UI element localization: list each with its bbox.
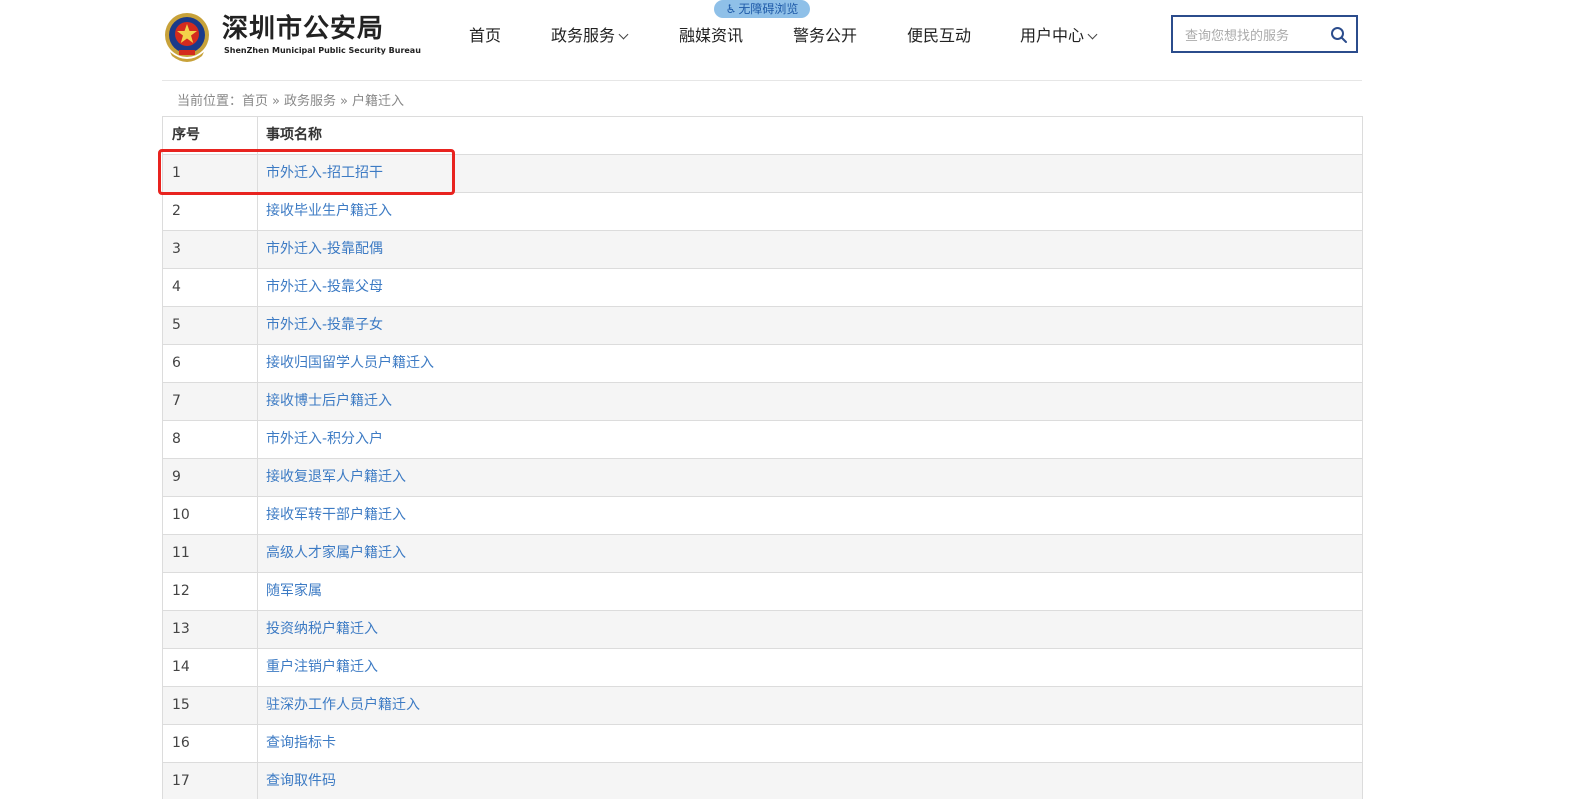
row-number: 6	[163, 345, 258, 382]
table-row: 16 查询指标卡	[163, 725, 1362, 763]
nav-gov-services-label: 政务服务	[551, 26, 616, 45]
table-header-row: 序号 事项名称	[163, 117, 1362, 155]
accessibility-label: 无障碍浏览	[738, 2, 799, 16]
breadcrumb-separator: »	[272, 94, 280, 109]
row-number: 1	[163, 155, 258, 192]
item-link[interactable]: 接收博士后户籍迁入	[258, 383, 1362, 420]
item-link[interactable]: 市外迁入-投靠子女	[258, 307, 1362, 344]
table-row: 11 高级人才家属户籍迁入	[163, 535, 1362, 573]
item-link[interactable]: 接收归国留学人员户籍迁入	[258, 345, 1362, 382]
item-link[interactable]: 市外迁入-积分入户	[258, 421, 1362, 458]
wheelchair-icon: ♿	[725, 2, 737, 16]
table-row: 3 市外迁入-投靠配偶	[163, 231, 1362, 269]
row-number: 16	[163, 725, 258, 762]
breadcrumb: 当前位置：首页» 政务服务» 户籍迁入	[177, 90, 404, 109]
nav-interaction[interactable]: 便民互动	[907, 22, 971, 46]
table-row: 15 驻深办工作人员户籍迁入	[163, 687, 1362, 725]
item-link[interactable]: 重户注销户籍迁入	[258, 649, 1362, 686]
row-number: 3	[163, 231, 258, 268]
nav-police-affairs-label: 警务公开	[793, 26, 858, 45]
breadcrumb-gov-services[interactable]: 政务服务	[284, 94, 336, 109]
breadcrumb-current: 户籍迁入	[351, 94, 404, 109]
nav-user-center-label: 用户中心	[1020, 26, 1085, 45]
chevron-down-icon	[618, 29, 629, 40]
chevron-down-icon	[1087, 29, 1098, 40]
table-row: 5 市外迁入-投靠子女	[163, 307, 1362, 345]
header-divider	[162, 80, 1362, 81]
table-row: 14 重户注销户籍迁入	[163, 649, 1362, 687]
breadcrumb-separator: »	[340, 94, 348, 109]
table-row: 4 市外迁入-投靠父母	[163, 269, 1362, 307]
column-header-name: 事项名称	[266, 127, 322, 143]
table-row: 13 投资纳税户籍迁入	[163, 611, 1362, 649]
nav-gov-services[interactable]: 政务服务	[551, 22, 629, 46]
item-link[interactable]: 查询指标卡	[258, 725, 1362, 762]
nav-police-affairs[interactable]: 警务公开	[793, 22, 857, 46]
site-subtitle: ShenZhen Municipal Public Security Burea…	[224, 46, 421, 55]
accessibility-button[interactable]: ♿ 无障碍浏览	[714, 0, 810, 18]
item-link[interactable]: 投资纳税户籍迁入	[258, 611, 1362, 648]
row-number: 9	[163, 459, 258, 496]
police-emblem-icon[interactable]	[162, 10, 212, 64]
item-link[interactable]: 市外迁入-投靠父母	[258, 269, 1362, 306]
table-row: 17 查询取件码	[163, 763, 1362, 799]
nav-home-label: 首页	[469, 26, 502, 45]
column-header-no: 序号	[163, 117, 258, 154]
table-row: 12 随军家属	[163, 573, 1362, 611]
row-number: 4	[163, 269, 258, 306]
table-row: 1 市外迁入-招工招干	[163, 155, 1362, 193]
table-row: 9 接收复退军人户籍迁入	[163, 459, 1362, 497]
item-link[interactable]: 市外迁入-投靠配偶	[258, 231, 1362, 268]
items-table: 序号 事项名称 1 市外迁入-招工招干 2 接收毕业生户籍迁入 3 市外迁入-投靠配偶 4 市…	[162, 116, 1363, 799]
header: 深圳市公安局 ShenZhen Municipal Public Securit…	[162, 0, 1362, 80]
table-row: 8 市外迁入-积分入户	[163, 421, 1362, 459]
search-box	[1171, 15, 1358, 53]
row-number: 15	[163, 687, 258, 724]
table-row: 6 接收归国留学人员户籍迁入	[163, 345, 1362, 383]
row-number: 17	[163, 763, 258, 799]
search-input[interactable]	[1183, 25, 1327, 47]
item-link[interactable]: 随军家属	[258, 573, 1362, 610]
table-row: 7 接收博士后户籍迁入	[163, 383, 1362, 421]
nav-home[interactable]: 首页	[469, 22, 501, 46]
row-number: 8	[163, 421, 258, 458]
breadcrumb-home[interactable]: 首页	[242, 94, 268, 109]
nav-interaction-label: 便民互动	[907, 26, 972, 45]
row-number: 11	[163, 535, 258, 572]
row-number: 7	[163, 383, 258, 420]
row-number: 14	[163, 649, 258, 686]
item-link[interactable]: 接收军转干部户籍迁入	[258, 497, 1362, 534]
nav-news[interactable]: 融媒资讯	[679, 22, 743, 46]
item-link[interactable]: 接收毕业生户籍迁入	[258, 193, 1362, 230]
item-link[interactable]: 驻深办工作人员户籍迁入	[258, 687, 1362, 724]
row-number: 10	[163, 497, 258, 534]
item-link[interactable]: 市外迁入-招工招干	[258, 155, 1362, 192]
table-row: 10 接收军转干部户籍迁入	[163, 497, 1362, 535]
table-row: 2 接收毕业生户籍迁入	[163, 193, 1362, 231]
item-link[interactable]: 查询取件码	[258, 763, 1362, 799]
item-link[interactable]: 接收复退军人户籍迁入	[258, 459, 1362, 496]
nav-user-center[interactable]: 用户中心	[1020, 22, 1098, 46]
row-number: 2	[163, 193, 258, 230]
search-icon[interactable]	[1330, 26, 1348, 44]
breadcrumb-prefix: 当前位置：	[177, 94, 243, 109]
site-title: 深圳市公安局	[222, 14, 385, 44]
nav-news-label: 融媒资讯	[679, 26, 744, 45]
row-number: 13	[163, 611, 258, 648]
row-number: 5	[163, 307, 258, 344]
row-number: 12	[163, 573, 258, 610]
page: 深圳市公安局 ShenZhen Municipal Public Securit…	[0, 0, 1577, 799]
item-link[interactable]: 高级人才家属户籍迁入	[258, 535, 1362, 572]
